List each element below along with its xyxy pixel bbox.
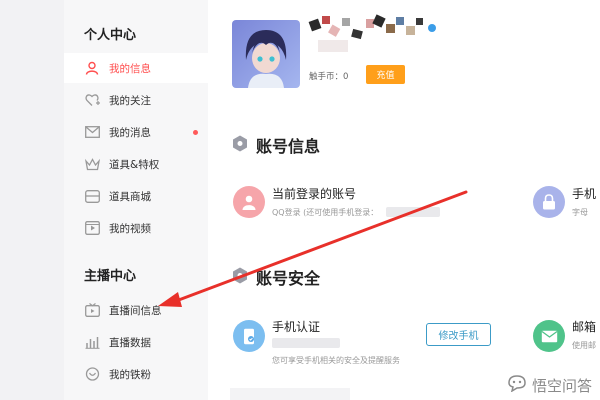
watermark-text: 悟空问答 bbox=[531, 376, 592, 395]
annotation-arrow bbox=[158, 190, 468, 307]
watermark: 悟空问答 bbox=[506, 374, 592, 396]
wukong-logo-icon bbox=[506, 374, 528, 396]
